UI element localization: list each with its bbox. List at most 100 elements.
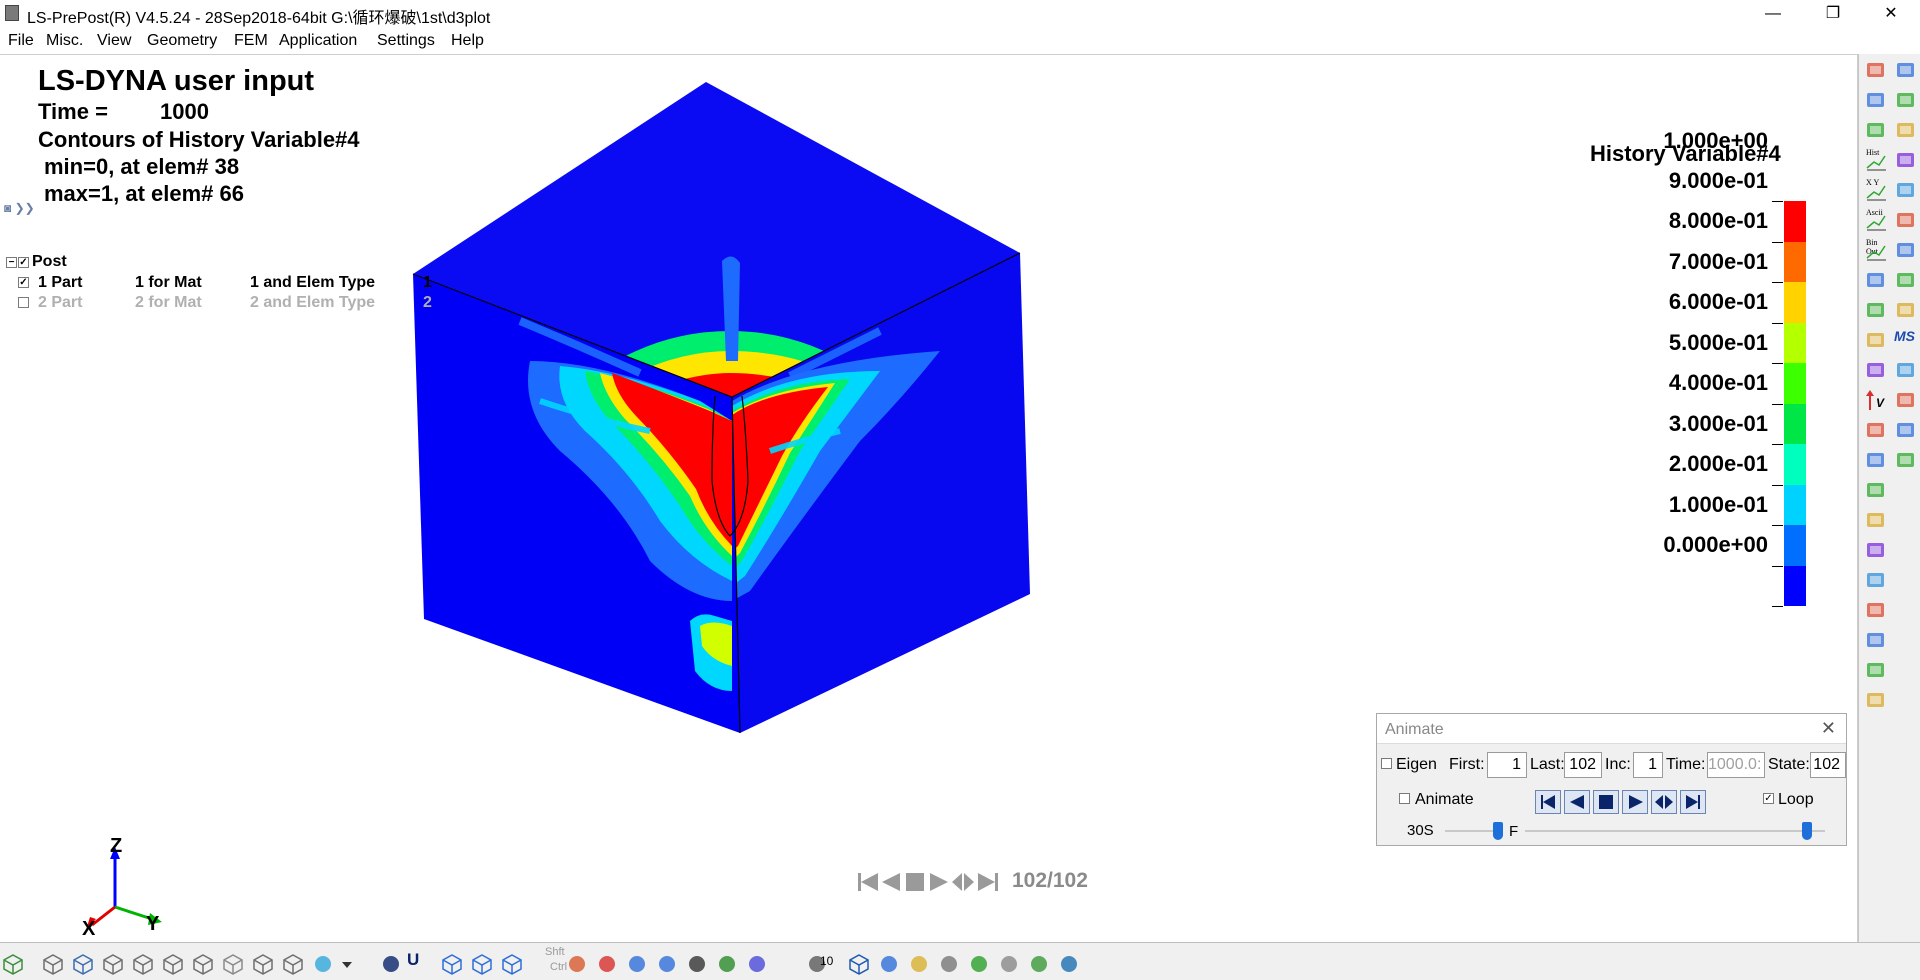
add-icon[interactable] [596, 953, 618, 975]
blue-cube-icon[interactable] [848, 953, 870, 975]
menu-view[interactable]: View [97, 32, 131, 50]
grid-cube-icon[interactable] [252, 953, 274, 975]
tree-row[interactable]: ✓ 1 Part 1 for Mat 1 and Elem Type 1 [0, 273, 450, 293]
frame-cube-icon[interactable] [501, 953, 523, 975]
sidebar-tool-icon[interactable] [1864, 58, 1888, 82]
stop-icon[interactable] [906, 873, 924, 891]
frame-slider-handle[interactable] [1802, 822, 1812, 840]
checker-icon[interactable] [938, 953, 960, 975]
solid-cube-icon[interactable] [471, 953, 493, 975]
sidebar-tool-icon[interactable] [1864, 88, 1888, 112]
sidebar-tool-label-icon[interactable]: Ascii [1864, 208, 1888, 232]
close-icon[interactable]: ✕ [1821, 718, 1836, 739]
first-frame-icon-arrow[interactable] [861, 873, 878, 891]
model-icon[interactable] [2, 953, 24, 975]
tree-row[interactable]: 2 Part 2 for Mat 2 and Elem Type 2 [0, 293, 450, 313]
sidebar-tool-icon[interactable] [1864, 448, 1888, 472]
dropdown-icon[interactable] [336, 953, 358, 975]
sidebar-tool-icon[interactable] [1864, 328, 1888, 352]
globe-icon[interactable] [716, 953, 738, 975]
stop-button[interactable] [1593, 790, 1619, 814]
first-frame-icon[interactable] [858, 873, 861, 891]
menu-settings[interactable]: Settings [377, 32, 435, 50]
speed-slider-handle[interactable] [1493, 822, 1503, 840]
zoom-icon[interactable] [656, 953, 678, 975]
sphere-icon[interactable] [746, 953, 768, 975]
menu-geometry[interactable]: Geometry [147, 32, 217, 50]
inc-input[interactable]: 1 [1633, 752, 1663, 778]
sidebar-tool-icon[interactable] [1864, 418, 1888, 442]
wire-cube-icon[interactable] [42, 953, 64, 975]
first-input[interactable]: 1 [1487, 752, 1527, 778]
sidebar-tool-icon[interactable] [1894, 118, 1918, 142]
menu-misc[interactable]: Misc. [46, 32, 83, 50]
time-input[interactable]: 1000.0: [1707, 752, 1765, 778]
sidebar-tool-icon[interactable] [1864, 568, 1888, 592]
last-frame-icon[interactable] [978, 873, 995, 891]
animate-checkbox[interactable] [1399, 793, 1410, 804]
rotate-icon[interactable] [686, 953, 708, 975]
contour-icon[interactable] [312, 953, 334, 975]
points-cube-icon[interactable] [222, 953, 244, 975]
gear-icon[interactable] [998, 953, 1020, 975]
loop-checkbox[interactable]: ✓ [1763, 793, 1774, 804]
bounce-icon-right[interactable] [964, 873, 974, 891]
last-frame-icon-bar[interactable] [995, 873, 998, 891]
sidebar-tool-icon[interactable] [1894, 88, 1918, 112]
play-icon[interactable] [930, 873, 948, 891]
bounce-button[interactable] [1651, 790, 1677, 814]
sidebar-tool-icon[interactable] [1864, 118, 1888, 142]
color-icon[interactable] [968, 953, 990, 975]
grid-cube-2-icon[interactable] [282, 953, 304, 975]
sidebar-tool-icon[interactable] [1864, 268, 1888, 292]
minimize-button[interactable]: — [1750, 2, 1796, 26]
sidebar-tool-icon[interactable] [1864, 658, 1888, 682]
sidebar-tool-icon[interactable] [1894, 418, 1918, 442]
last-input[interactable]: 102 [1564, 752, 1602, 778]
close-button[interactable]: ✕ [1868, 2, 1914, 26]
menu-help[interactable]: Help [451, 32, 484, 50]
sidebar-tool-label-icon[interactable]: Bin Out [1864, 238, 1888, 262]
first-frame-button[interactable] [1535, 790, 1561, 814]
state-input[interactable]: 102 [1810, 752, 1846, 778]
step-back-icon[interactable] [882, 873, 900, 891]
refresh-icon[interactable] [1028, 953, 1050, 975]
sidebar-tool-icon[interactable] [1894, 238, 1918, 262]
eigen-checkbox[interactable] [1381, 758, 1392, 769]
sidebar-tool-icon[interactable] [1894, 358, 1918, 382]
post-checkbox[interactable]: ✓ [18, 257, 29, 268]
frame-slider-track[interactable] [1525, 830, 1825, 832]
sidebar-tool-icon[interactable] [1894, 388, 1918, 412]
sidebar-tool-icon[interactable] [1864, 358, 1888, 382]
light-icon[interactable] [908, 953, 930, 975]
select-icon[interactable] [380, 953, 402, 975]
step-back-button[interactable] [1564, 790, 1590, 814]
last-frame-button[interactable] [1680, 790, 1706, 814]
outline-cube-icon[interactable] [162, 953, 184, 975]
sidebar-tool-icon[interactable] [1864, 508, 1888, 532]
sidebar-tool-label-icon[interactable]: Hist [1864, 148, 1888, 172]
sidebar-tool-icon[interactable] [1894, 58, 1918, 82]
sidebar-tool-icon[interactable] [1864, 538, 1888, 562]
sidebar-tool-icon[interactable] [1894, 148, 1918, 172]
bounce-icon[interactable] [952, 873, 962, 891]
edge-cube-icon[interactable] [192, 953, 214, 975]
maximize-button[interactable]: ❐ [1810, 2, 1856, 26]
sidebar-tool-icon[interactable] [1864, 598, 1888, 622]
sidebar-tool-icon[interactable] [1864, 628, 1888, 652]
pencil-icon[interactable] [566, 953, 588, 975]
menu-application[interactable]: Application [279, 32, 357, 50]
home-icon[interactable] [878, 953, 900, 975]
play-button[interactable] [1622, 790, 1648, 814]
front-cube-icon[interactable] [441, 953, 463, 975]
hidden-cube-icon[interactable] [102, 953, 124, 975]
sidebar-tool-icon[interactable] [1894, 208, 1918, 232]
sidebar-tool-icon[interactable] [1894, 448, 1918, 472]
part-checkbox[interactable] [18, 297, 29, 308]
shaded-cube-icon[interactable] [72, 953, 94, 975]
ms-tool-icon[interactable]: MS [1894, 328, 1918, 352]
sidebar-tool-icon[interactable] [1864, 688, 1888, 712]
velocity-tool-icon[interactable]: V [1864, 388, 1888, 412]
sidebar-tool-icon[interactable] [1864, 478, 1888, 502]
mesh-cube-icon[interactable] [132, 953, 154, 975]
